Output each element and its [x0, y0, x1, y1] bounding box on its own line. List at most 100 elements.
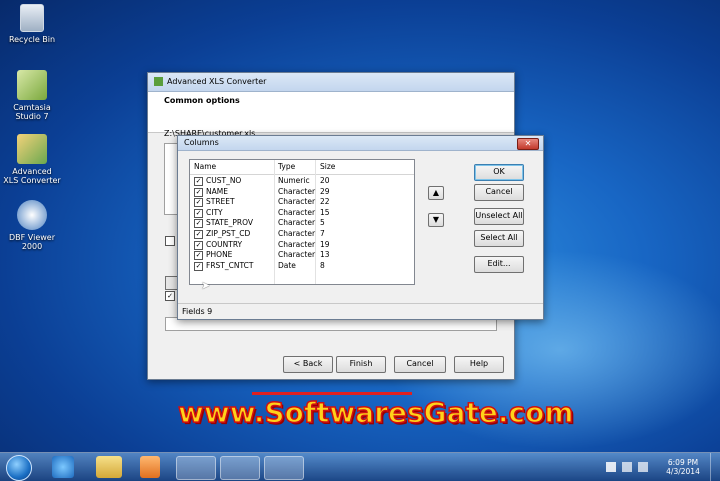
clock[interactable]: 6:09 PM 4/3/2014: [660, 458, 706, 476]
tray-flag-icon[interactable]: [606, 462, 616, 472]
row-name: ZIP_PST_CD: [206, 229, 251, 238]
table-row[interactable]: ✓ ZIP_PST_CD Character 7: [190, 229, 414, 240]
row-type: Character: [278, 186, 316, 196]
mouse-cursor-icon: ➤: [201, 279, 211, 292]
camtasia-icon: [17, 70, 47, 100]
row-type: Character: [278, 197, 316, 207]
back-button[interactable]: < Back: [283, 356, 333, 373]
desktop-icon-label: DBF Viewer 2000: [9, 233, 55, 251]
row-size: 19: [320, 239, 330, 249]
row-type: Character: [278, 207, 316, 217]
option-checkbox-checked[interactable]: ✓: [165, 291, 175, 301]
row-name: STATE_PROV: [206, 218, 254, 228]
taskbar-recorder[interactable]: [264, 456, 304, 480]
table-row[interactable]: ✓ FRST_CNTCT Date 8: [190, 261, 414, 272]
row-checkbox[interactable]: ✓: [194, 261, 203, 271]
row-checkbox[interactable]: ✓: [194, 251, 203, 261]
select-all-button[interactable]: Select All: [474, 230, 524, 247]
row-size: 7: [320, 229, 325, 238]
row-name: FRST_CNTCT: [206, 260, 254, 270]
row-type: Numeric: [278, 176, 310, 185]
desktop-icon-camtasia[interactable]: Camtasia Studio 7: [0, 70, 64, 121]
tray-volume-icon[interactable]: [638, 462, 648, 472]
row-type: Character: [278, 218, 316, 228]
row-size: 20: [320, 176, 330, 185]
columns-list-header: Name Type Size: [190, 160, 414, 175]
desktop-icon-label: Camtasia Studio 7: [13, 103, 51, 121]
help-button[interactable]: Help: [454, 356, 504, 373]
row-size: 13: [320, 250, 330, 260]
row-size: 29: [320, 186, 330, 196]
media-player-icon[interactable]: [140, 456, 160, 478]
row-name: CUST_NO: [206, 176, 242, 185]
desktop-icon-label: Recycle Bin: [8, 35, 56, 44]
watermark-text: www.SoftwaresGate.com: [177, 395, 574, 430]
row-size: 22: [320, 197, 330, 207]
unselect-all-button[interactable]: Unselect All: [474, 208, 524, 225]
row-checkbox[interactable]: ✓: [194, 177, 203, 186]
row-name: CITY: [206, 207, 223, 217]
app-icon: [154, 77, 163, 86]
close-icon: ✕: [524, 139, 532, 148]
cancel-button[interactable]: Cancel: [394, 356, 446, 373]
start-button[interactable]: [6, 455, 32, 481]
row-name: COUNTRY: [206, 239, 243, 249]
table-row[interactable]: ✓ CUST_NO Numeric 20: [190, 176, 414, 187]
dialog-cancel-button[interactable]: Cancel: [474, 184, 524, 201]
clock-date: 4/3/2014: [666, 467, 700, 476]
table-row[interactable]: ✓ PHONE Character 13: [190, 250, 414, 261]
clock-time: 6:09 PM: [667, 458, 699, 467]
ok-button[interactable]: OK: [474, 164, 524, 181]
show-desktop-button[interactable]: [710, 453, 720, 481]
row-name: STREET: [206, 197, 235, 207]
edit-button[interactable]: Edit...: [474, 256, 524, 273]
columns-dialog-titlebar[interactable]: Columns ✕: [178, 136, 543, 151]
watermark-underline: [252, 392, 412, 395]
desktop-icon-advanced-xls-converter[interactable]: Advanced XLS Converter: [0, 134, 64, 185]
row-name: PHONE: [206, 250, 233, 260]
columns-dialog: Columns ✕ Name Type Size ✓ CUST_NO Numeric…: [177, 135, 544, 320]
close-button[interactable]: ✕: [517, 138, 539, 150]
row-checkbox[interactable]: ✓: [194, 240, 203, 250]
row-size: 8: [320, 260, 325, 270]
arrow-up-icon: ▲: [432, 188, 440, 197]
table-row[interactable]: ✓ STREET Character 22: [190, 197, 414, 208]
file-explorer-icon[interactable]: [96, 456, 122, 478]
row-checkbox[interactable]: ✓: [194, 219, 203, 229]
main-window-titlebar[interactable]: Advanced XLS Converter: [148, 73, 514, 92]
row-type: Date: [278, 260, 296, 270]
status-fields-count: Fields 9: [182, 307, 213, 316]
header-size[interactable]: Size: [320, 160, 335, 174]
internet-explorer-icon[interactable]: [52, 456, 74, 478]
header-type[interactable]: Type: [278, 160, 295, 174]
taskbar-advanced-xls-converter[interactable]: [220, 456, 260, 480]
section-title: Common options: [164, 96, 240, 105]
table-row[interactable]: ✓ NAME Character 29: [190, 187, 414, 198]
desktop-icon-dbf-viewer[interactable]: DBF Viewer 2000: [0, 200, 64, 251]
row-checkbox[interactable]: ✓: [194, 198, 203, 208]
taskbar-camtasia[interactable]: [176, 456, 216, 480]
row-checkbox[interactable]: ✓: [194, 208, 203, 218]
table-row[interactable]: ✓ STATE_PROV Character 5: [190, 218, 414, 229]
move-up-button[interactable]: ▲: [428, 186, 444, 200]
row-checkbox[interactable]: ✓: [194, 187, 203, 197]
advanced-xls-converter-icon: [17, 134, 47, 164]
table-row[interactable]: ✓ COUNTRY Character 19: [190, 240, 414, 251]
tray-network-icon[interactable]: [622, 462, 632, 472]
desktop-icon-label: Advanced XLS Converter: [3, 167, 61, 185]
recycle-bin-icon: [20, 4, 44, 32]
status-bar: Fields 9: [178, 303, 543, 319]
desktop-icon-recycle-bin[interactable]: Recycle Bin: [0, 4, 64, 44]
move-down-button[interactable]: ▼: [428, 213, 444, 227]
finish-button[interactable]: Finish: [336, 356, 386, 373]
row-name: NAME: [206, 186, 228, 196]
row-type: Character: [278, 250, 316, 260]
columns-dialog-title: Columns: [184, 138, 219, 147]
row-checkbox[interactable]: ✓: [194, 230, 203, 239]
columns-list[interactable]: Name Type Size ✓ CUST_NO Numeric 20 ✓ NAME Ch…: [189, 159, 415, 285]
option-checkbox[interactable]: [165, 236, 175, 246]
arrow-down-icon: ▼: [432, 215, 440, 224]
table-row[interactable]: ✓ CITY Character 15: [190, 208, 414, 219]
row-type: Character: [278, 239, 316, 249]
header-name[interactable]: Name: [194, 160, 216, 174]
